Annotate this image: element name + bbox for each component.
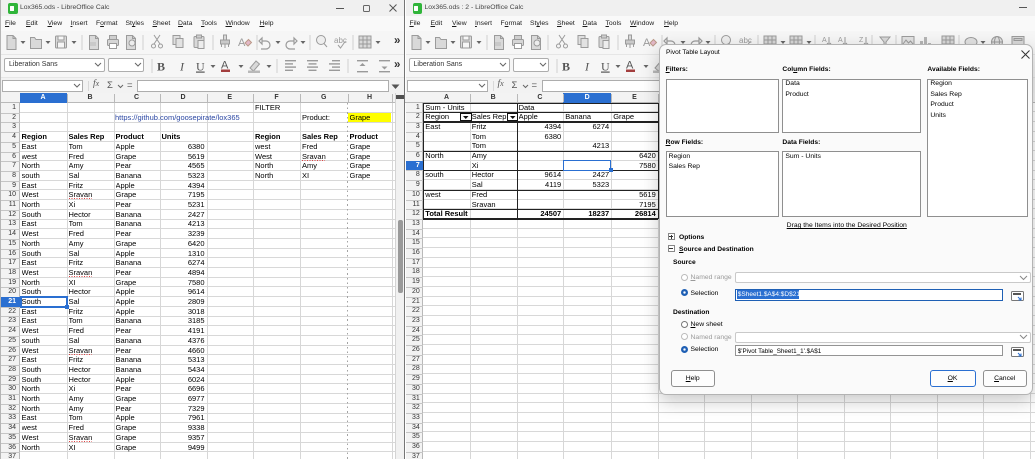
svg-text:abc: abc <box>334 36 347 45</box>
svg-text:U: U <box>601 60 610 74</box>
svg-text:A: A <box>838 37 843 44</box>
svg-text:A: A <box>822 37 827 44</box>
svg-text:B: B <box>157 60 165 74</box>
svg-text:U: U <box>196 60 205 74</box>
svg-text:I: I <box>584 60 590 74</box>
svg-text:B: B <box>562 60 570 74</box>
svg-text:I: I <box>179 60 185 74</box>
svg-text:Z: Z <box>859 37 864 44</box>
